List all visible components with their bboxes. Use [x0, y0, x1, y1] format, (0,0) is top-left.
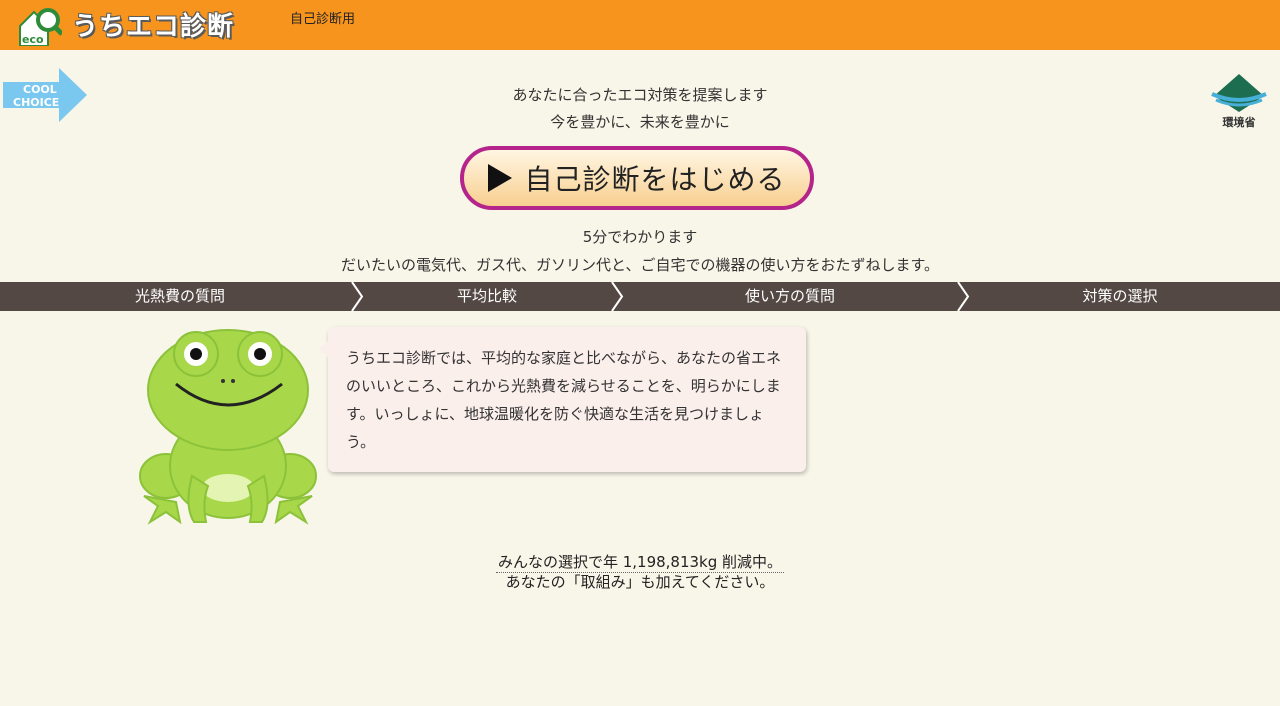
- app-logo[interactable]: eco うちエコ診断: [16, 2, 246, 48]
- step-measure-selection: 対策の選択: [1082, 287, 1158, 305]
- frog-speech-bubble: うちエコ診断では、平均的な家庭と比べながら、あなたの省エネのいいところ、これから…: [318, 327, 806, 472]
- reduction-total-text: みんなの選択で年 1,198,813kg 削減中。: [495, 553, 785, 573]
- step-usage-questions: 使い方の質問: [744, 287, 835, 305]
- start-diagnosis-label: 自己診断をはじめる: [524, 163, 786, 196]
- reduction-stats: みんなの選択で年 1,198,813kg 削減中。 あなたの「取組み」も加えてく…: [0, 552, 1280, 591]
- questions-description: だいたいの電気代、ガス代、ガソリン代と、ご自宅での機器の使い方をおたずねします。: [341, 256, 939, 274]
- header-subtitle: 自己診断用: [290, 12, 356, 27]
- eco-house-icon: eco: [19, 8, 62, 46]
- step-energy-cost-questions: 光熱費の質問: [134, 287, 225, 305]
- frog-mascot-icon: [139, 329, 317, 525]
- progress-steps-bar: 光熱費の質問 平均比較 使い方の質問 対策の選択: [0, 282, 1280, 311]
- participation-call-text: あなたの「取組み」も加えてください。: [505, 573, 775, 591]
- header-bar: eco うちエコ診断 自己診断用: [0, 0, 1280, 50]
- tagline-secondary: 今を豊かに、未来を豊かに: [550, 113, 730, 131]
- play-icon: [488, 164, 513, 192]
- start-diagnosis-button[interactable]: 自己診断をはじめる: [460, 146, 814, 210]
- duration-note: 5分でわかります: [582, 228, 698, 246]
- eco-badge-text: eco: [22, 33, 44, 46]
- speech-bubble-text: うちエコ診断では、平均的な家庭と比べながら、あなたの省エネのいいところ、これから…: [346, 349, 782, 451]
- step-average-comparison: 平均比較: [456, 287, 517, 305]
- app-title: うちエコ診断: [72, 12, 235, 42]
- tagline-primary: あなたに合ったエコ対策を提案します: [512, 86, 768, 104]
